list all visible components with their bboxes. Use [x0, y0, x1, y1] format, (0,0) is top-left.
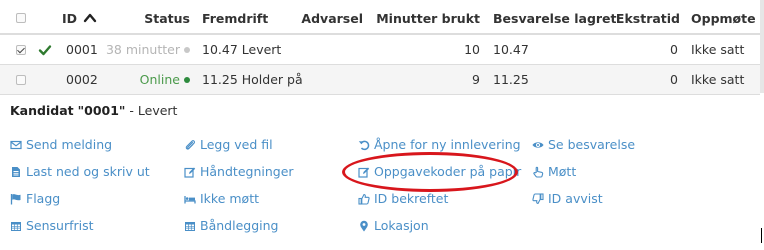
thumbs-up-icon	[358, 193, 370, 205]
flag-label: Flagg	[26, 191, 61, 206]
row-progress: 11.25 Holder på	[202, 72, 303, 87]
row-select-cell	[16, 35, 26, 64]
row-extra-time: 0	[670, 72, 678, 87]
hand-drawings-link[interactable]: Håndtegninger	[184, 164, 294, 179]
header-minutes-used[interactable]: Minutter brukt	[370, 3, 480, 33]
header-extra-time-label: Ekstratid	[615, 10, 680, 26]
download-print-label: Last ned og skriv ut	[26, 164, 150, 179]
map-marker-icon	[360, 220, 368, 231]
status-dot-icon	[184, 76, 190, 83]
document-icon	[12, 166, 20, 177]
location-link[interactable]: Lokasjon	[358, 218, 429, 233]
candidate-title: Kandidat "0001" - Levert	[10, 103, 177, 118]
header-attendance[interactable]: Oppmøte	[691, 3, 756, 33]
candidate-state: - Levert	[125, 103, 178, 118]
delivered-check-cell	[38, 35, 52, 64]
row-id: 0002	[66, 72, 98, 87]
not-attended-label: Ikke møtt	[200, 191, 260, 206]
header-id-label: ID	[62, 10, 78, 26]
eye-icon	[532, 141, 544, 148]
hand-pointer-icon	[533, 166, 544, 178]
calendar-icon	[11, 221, 21, 231]
tape-link[interactable]: Båndlegging	[184, 218, 278, 233]
table-row[interactable]: 0002 Online 11.25 Holder på 9 11.25 0 Ik…	[0, 65, 760, 95]
header-id[interactable]: ID	[62, 3, 97, 33]
open-new-submission-label: Åpne for ny innlevering	[374, 137, 521, 152]
header-status-label: Status	[144, 10, 190, 26]
select-all-checkbox[interactable]	[16, 13, 26, 23]
row-warning	[290, 65, 363, 94]
header-progress[interactable]: Fremdrift	[202, 3, 268, 33]
table-header: ID Status Fremdrift Advarsel Minutter br…	[0, 3, 760, 35]
row-attendance: Ikke satt	[691, 72, 745, 87]
id-confirmed-link[interactable]: ID bekreftet	[358, 191, 448, 206]
paperclip-icon	[185, 139, 196, 150]
hand-drawings-label: Håndtegninger	[200, 164, 294, 179]
envelope-icon	[10, 140, 22, 149]
download-print-link[interactable]: Last ned og skriv ut	[10, 164, 150, 179]
table-row[interactable]: 0001 38 minutter 10.47 Levert 10 10.47 0…	[0, 35, 760, 65]
undo-icon	[358, 140, 370, 150]
header-minutes-used-label: Minutter brukt	[376, 10, 480, 26]
row-select-cell	[16, 65, 26, 94]
row-id: 0001	[66, 42, 98, 57]
row-status: Online	[100, 65, 190, 94]
header-attendance-label: Oppmøte	[691, 10, 756, 26]
row-status: 38 minutter	[100, 35, 190, 64]
row-status-text: Online	[139, 72, 180, 87]
header-extra-time[interactable]: Ekstratid	[610, 3, 680, 33]
edit-icon	[184, 167, 196, 178]
row-extra-time: 0	[670, 42, 678, 57]
row-minutes-used: 10	[464, 42, 480, 57]
header-answer-saved-label: Besvarelse lagret	[493, 10, 617, 26]
header-warning-label: Advarsel	[301, 10, 363, 26]
header-progress-label: Fremdrift	[202, 10, 269, 26]
row-attendance: Ikke satt	[691, 42, 745, 57]
row-checkbox[interactable]	[16, 44, 26, 55]
row-answer-saved: 11.25	[493, 72, 529, 87]
select-all-cell	[16, 3, 26, 33]
flag-link[interactable]: Flagg	[10, 191, 60, 206]
candidate-id: "0001"	[77, 103, 126, 118]
attended-link[interactable]: Møtt	[532, 164, 576, 179]
deadline-label: Sensurfrist	[26, 218, 94, 233]
text-cursor	[761, 228, 762, 243]
table-scrollbar[interactable]	[760, 0, 764, 93]
status-dot-icon	[184, 46, 190, 53]
view-answer-link[interactable]: Se besvarelse	[532, 137, 635, 152]
send-message-label: Send melding	[26, 137, 113, 152]
sort-ascending-icon	[83, 13, 97, 23]
row-minutes-used: 9	[472, 72, 480, 87]
row-status-text: 38 minutter	[105, 42, 180, 57]
thumbs-down-icon	[532, 192, 544, 204]
tape-label: Båndlegging	[200, 218, 279, 233]
row-checkbox[interactable]	[16, 74, 26, 85]
attach-file-label: Legg ved fil	[200, 137, 273, 152]
open-new-submission-link[interactable]: Åpne for ny innlevering	[358, 137, 521, 152]
id-rejected-label: ID avvist	[548, 191, 603, 206]
view-answer-label: Se besvarelse	[548, 137, 636, 152]
attended-label: Møtt	[548, 164, 577, 179]
deadline-link[interactable]: Sensurfrist	[10, 218, 94, 233]
flag-icon	[10, 193, 21, 204]
header-warning[interactable]: Advarsel	[290, 3, 363, 33]
not-attended-link[interactable]: Ikke møtt	[184, 191, 259, 206]
row-warning	[290, 35, 363, 64]
highlight-ellipse	[342, 152, 518, 192]
candidate-label: Kandidat	[10, 103, 74, 118]
header-answer-saved[interactable]: Besvarelse lagret	[493, 3, 617, 33]
send-message-link[interactable]: Send melding	[10, 137, 112, 152]
check-icon	[38, 44, 52, 55]
row-progress: 10.47 Levert	[202, 42, 282, 57]
bed-icon	[184, 195, 196, 203]
header-status[interactable]: Status	[100, 3, 190, 33]
location-label: Lokasjon	[374, 218, 429, 233]
row-answer-saved: 10.47	[493, 42, 529, 57]
calendar-icon	[185, 221, 195, 231]
id-confirmed-label: ID bekreftet	[374, 191, 449, 206]
id-rejected-link[interactable]: ID avvist	[532, 191, 603, 206]
attach-file-link[interactable]: Legg ved fil	[184, 137, 273, 152]
